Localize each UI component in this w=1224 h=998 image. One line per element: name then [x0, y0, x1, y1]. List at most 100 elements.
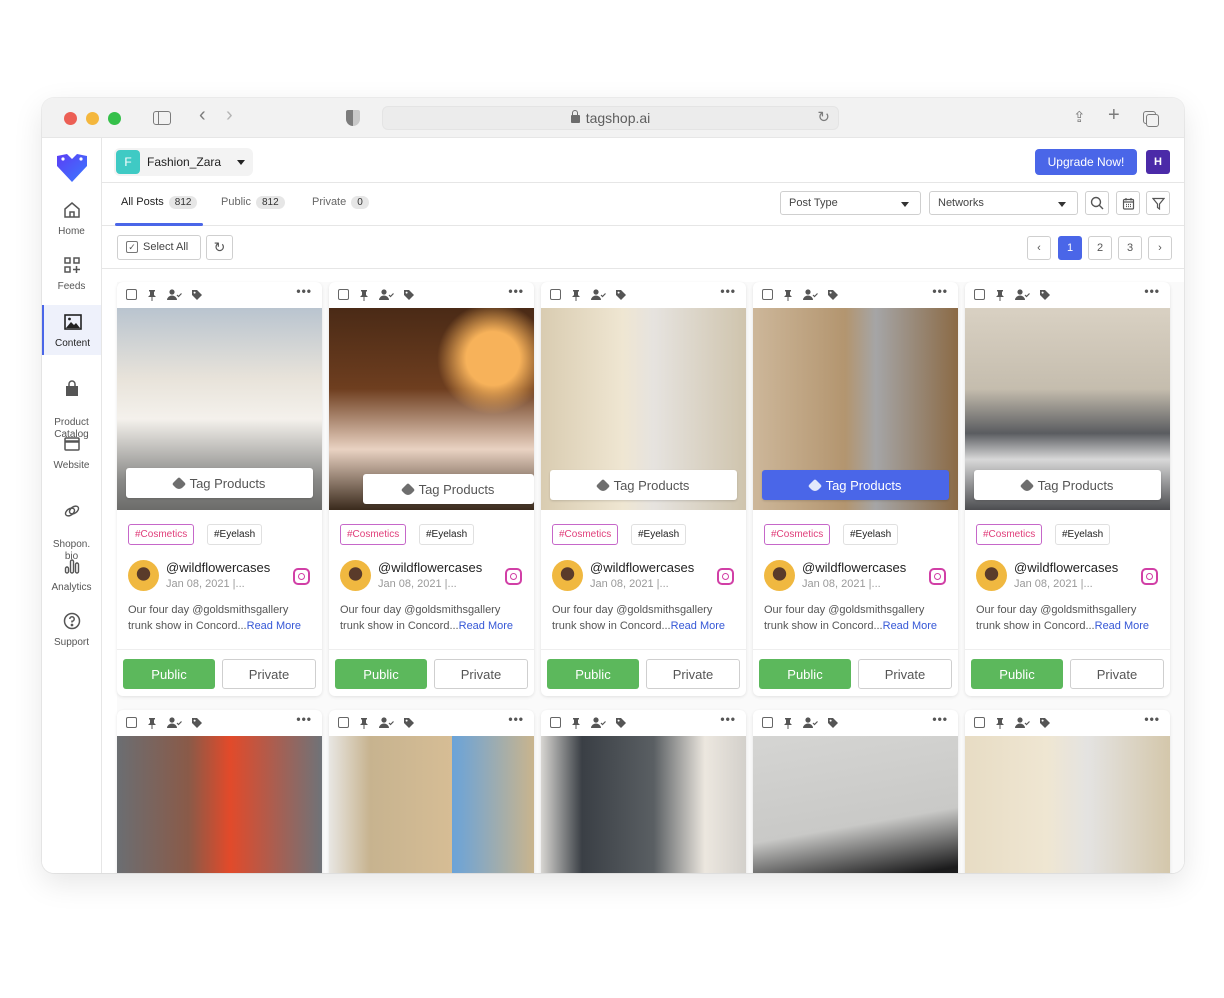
sidebar-item-feeds[interactable]: Feeds: [42, 255, 101, 293]
tag-icon[interactable]: [403, 717, 415, 732]
tag-products-button[interactable]: Tag Products: [126, 468, 313, 498]
more-options-icon[interactable]: •••: [932, 713, 948, 725]
pin-icon[interactable]: [571, 289, 581, 304]
assign-user-icon[interactable]: [591, 717, 606, 732]
private-button[interactable]: Private: [1070, 659, 1164, 689]
instagram-icon[interactable]: [717, 568, 734, 585]
select-post-checkbox[interactable]: [550, 289, 561, 300]
post-image[interactable]: [753, 736, 958, 873]
share-icon[interactable]: ⇪: [1073, 108, 1086, 128]
select-post-checkbox[interactable]: [126, 289, 137, 300]
hashtag-badge[interactable]: #Cosmetics: [552, 524, 619, 545]
post-image[interactable]: Tag Products: [965, 308, 1170, 510]
sidebar-item-website[interactable]: Website: [42, 434, 101, 472]
read-more-link[interactable]: Read More: [1095, 620, 1149, 632]
author-avatar[interactable]: [128, 560, 159, 591]
tag-icon[interactable]: [827, 717, 839, 732]
select-post-checkbox[interactable]: [974, 717, 985, 728]
tag-products-button[interactable]: Tag Products: [550, 470, 737, 500]
tab-overview-icon[interactable]: [1143, 111, 1159, 127]
tab-private[interactable]: Private 0: [312, 196, 369, 226]
prev-page-button[interactable]: ‹: [1027, 236, 1051, 260]
more-options-icon[interactable]: •••: [508, 713, 524, 725]
private-button[interactable]: Private: [646, 659, 740, 689]
new-tab-icon[interactable]: +: [1108, 105, 1120, 125]
read-more-link[interactable]: Read More: [883, 620, 937, 632]
post-image[interactable]: [117, 736, 322, 873]
more-options-icon[interactable]: •••: [1144, 285, 1160, 297]
post-image[interactable]: [329, 736, 534, 873]
private-button[interactable]: Private: [434, 659, 528, 689]
instagram-icon[interactable]: [1141, 568, 1158, 585]
calendar-button[interactable]: [1116, 191, 1140, 215]
pin-icon[interactable]: [995, 717, 1005, 732]
public-button[interactable]: Public: [971, 659, 1063, 689]
tag-icon[interactable]: [615, 717, 627, 732]
post-image[interactable]: [965, 736, 1170, 873]
tag-icon[interactable]: [615, 289, 627, 304]
pin-icon[interactable]: [995, 289, 1005, 304]
instagram-icon[interactable]: [505, 568, 522, 585]
reload-icon[interactable]: ↻: [817, 108, 830, 126]
more-options-icon[interactable]: •••: [296, 285, 312, 297]
shield-icon[interactable]: [346, 110, 360, 126]
next-page-button[interactable]: ›: [1148, 236, 1172, 260]
author-username[interactable]: @wildflowercases: [378, 560, 482, 575]
back-icon[interactable]: ‹: [199, 105, 206, 125]
page-button[interactable]: 2: [1088, 236, 1112, 260]
author-username[interactable]: @wildflowercases: [166, 560, 270, 575]
forward-icon[interactable]: ›: [226, 105, 233, 125]
hashtag-badge[interactable]: #Eyelash: [419, 524, 475, 545]
sidebar-item-home[interactable]: Home: [42, 200, 101, 238]
assign-user-icon[interactable]: [379, 289, 394, 304]
author-username[interactable]: @wildflowercases: [590, 560, 694, 575]
tag-products-button[interactable]: Tag Products: [363, 474, 534, 504]
select-post-checkbox[interactable]: [762, 717, 773, 728]
read-more-link[interactable]: Read More: [671, 620, 725, 632]
post-image[interactable]: Tag Products: [753, 308, 958, 510]
select-post-checkbox[interactable]: [338, 289, 349, 300]
tab-public[interactable]: Public 812: [221, 196, 285, 226]
pin-icon[interactable]: [147, 289, 157, 304]
private-button[interactable]: Private: [222, 659, 316, 689]
hashtag-badge[interactable]: #Cosmetics: [976, 524, 1043, 545]
private-button[interactable]: Private: [858, 659, 952, 689]
instagram-icon[interactable]: [929, 568, 946, 585]
assign-user-icon[interactable]: [591, 289, 606, 304]
tagshop-logo[interactable]: [55, 152, 89, 184]
hashtag-badge[interactable]: #Eyelash: [843, 524, 899, 545]
read-more-link[interactable]: Read More: [247, 620, 301, 632]
more-options-icon[interactable]: •••: [932, 285, 948, 297]
assign-user-icon[interactable]: [167, 717, 182, 732]
maximize-window-button[interactable]: [108, 112, 121, 125]
assign-user-icon[interactable]: [167, 289, 182, 304]
page-button[interactable]: 1: [1058, 236, 1082, 260]
pin-icon[interactable]: [783, 717, 793, 732]
networks-select[interactable]: Networks: [929, 191, 1078, 215]
more-options-icon[interactable]: •••: [508, 285, 524, 297]
post-image[interactable]: Tag Products: [117, 308, 322, 510]
more-options-icon[interactable]: •••: [296, 713, 312, 725]
public-button[interactable]: Public: [335, 659, 427, 689]
sidebar-item-analytics[interactable]: Analytics: [42, 556, 101, 594]
address-bar[interactable]: tagshop.ai ↻: [382, 106, 839, 130]
author-avatar[interactable]: [764, 560, 795, 591]
select-all-button[interactable]: ✓ Select All: [117, 235, 201, 260]
sidebar-item-shopon-bio[interactable]: Shopon. bio: [42, 489, 101, 563]
author-username[interactable]: @wildflowercases: [1014, 560, 1118, 575]
tag-icon[interactable]: [403, 289, 415, 304]
refresh-button[interactable]: ↻: [206, 235, 233, 260]
author-username[interactable]: @wildflowercases: [802, 560, 906, 575]
post-type-select[interactable]: Post Type: [780, 191, 921, 215]
public-button[interactable]: Public: [759, 659, 851, 689]
pin-icon[interactable]: [571, 717, 581, 732]
tag-icon[interactable]: [191, 289, 203, 304]
workspace-selector[interactable]: F Fashion_Zara: [114, 148, 253, 176]
select-post-checkbox[interactable]: [338, 717, 349, 728]
close-window-button[interactable]: [64, 112, 77, 125]
hashtag-badge[interactable]: #Cosmetics: [764, 524, 831, 545]
read-more-link[interactable]: Read More: [459, 620, 513, 632]
tag-icon[interactable]: [827, 289, 839, 304]
select-post-checkbox[interactable]: [974, 289, 985, 300]
select-post-checkbox[interactable]: [126, 717, 137, 728]
